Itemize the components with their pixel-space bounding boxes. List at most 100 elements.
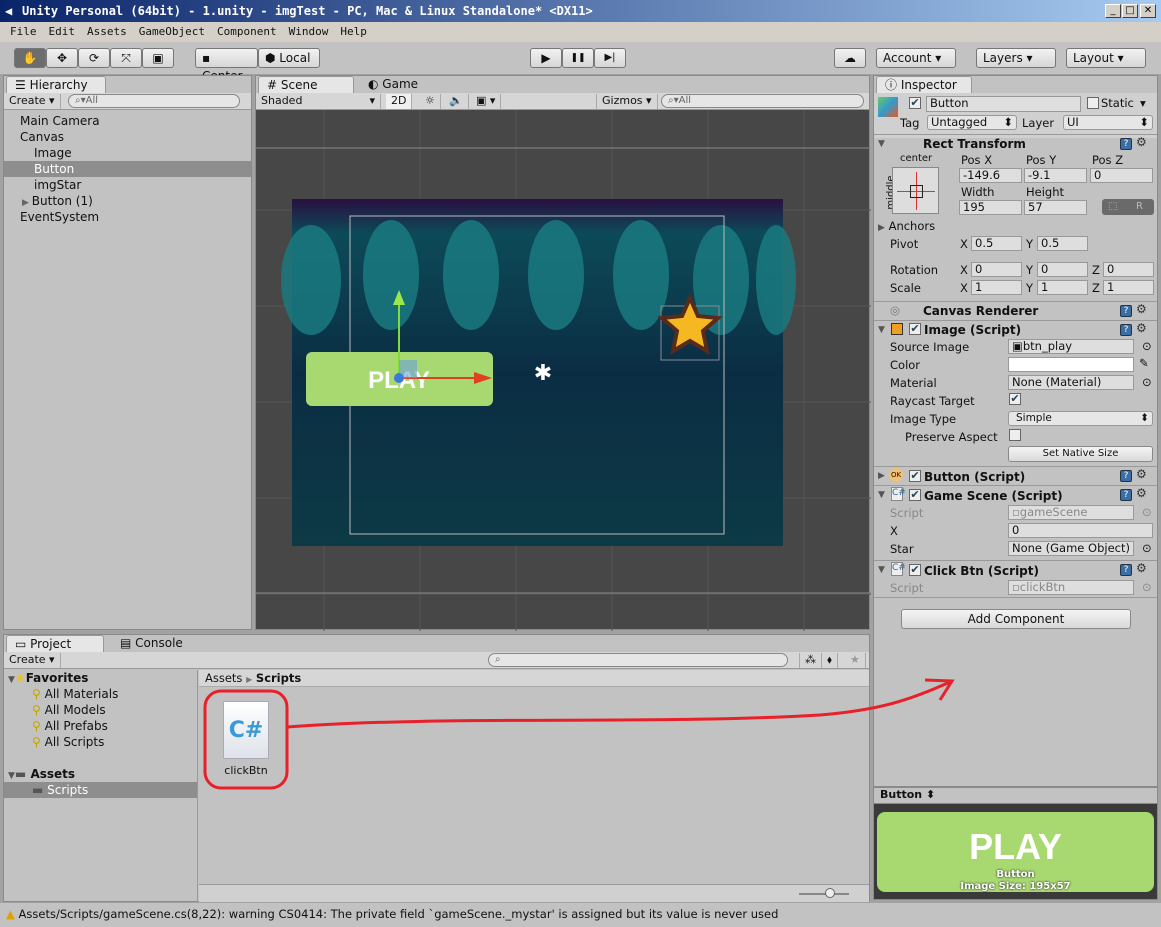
- pivot-center-button[interactable]: ▪ Center: [195, 48, 258, 83]
- maximize-button[interactable]: □: [1122, 4, 1138, 18]
- hierarchy-item-button[interactable]: Button: [4, 161, 251, 177]
- object-name-input[interactable]: Button: [926, 96, 1081, 112]
- preview-header[interactable]: Button ⬍: [874, 788, 1157, 804]
- raw-edit-button[interactable]: R: [1136, 199, 1143, 215]
- tree-favorites[interactable]: ▼★Favorites: [4, 670, 197, 686]
- help-icon[interactable]: ?: [1120, 489, 1132, 501]
- collapse-arrow-icon[interactable]: ▼: [878, 490, 885, 500]
- audio-icon[interactable]: 🔈: [444, 94, 469, 109]
- status-bar[interactable]: ▲ Assets/Scripts/gameScene.cs(8,22): war…: [0, 903, 1161, 927]
- hand-tool-icon[interactable]: ✋: [14, 48, 46, 68]
- menu-file[interactable]: File: [10, 22, 37, 42]
- 2d-toggle[interactable]: 2D: [386, 94, 413, 109]
- hierarchy-item-canvas[interactable]: Canvas: [4, 129, 251, 145]
- play-button[interactable]: ▶: [530, 48, 562, 68]
- add-component-button[interactable]: Add Component: [901, 609, 1131, 629]
- collapse-arrow-icon[interactable]: ▼: [878, 565, 885, 575]
- hierarchy-create-dropdown[interactable]: Create ▾: [4, 94, 61, 109]
- expand-arrow-icon[interactable]: ▶: [878, 471, 885, 481]
- scale-y-field[interactable]: 1: [1037, 280, 1088, 295]
- rotation-z-field[interactable]: 0: [1103, 262, 1154, 277]
- source-image-field[interactable]: ▣btn_play: [1008, 339, 1134, 354]
- eyedropper-icon[interactable]: ✎: [1139, 356, 1149, 370]
- slider-handle[interactable]: [825, 888, 835, 898]
- image-type-dropdown[interactable]: Simple ⬍: [1008, 411, 1153, 426]
- hierarchy-item-button-1[interactable]: ▶ Button (1): [4, 193, 251, 209]
- gear-icon[interactable]: ⚙: [1136, 467, 1147, 481]
- blueprint-icon[interactable]: ⬚: [1102, 201, 1117, 212]
- scale-z-field[interactable]: 1: [1103, 280, 1154, 295]
- rotate-tool-icon[interactable]: ⟳: [78, 48, 110, 68]
- pause-button[interactable]: ❚❚: [562, 48, 594, 68]
- pivot-y-field[interactable]: 0.5: [1037, 236, 1088, 251]
- scale-tool-icon[interactable]: ⤧: [110, 48, 142, 68]
- menu-assets[interactable]: Assets: [87, 22, 127, 42]
- static-checkbox[interactable]: [1087, 97, 1099, 109]
- project-create-dropdown[interactable]: Create ▾: [4, 653, 61, 668]
- gear-icon[interactable]: ⚙: [1136, 486, 1147, 500]
- file-label[interactable]: clickBtn: [214, 764, 278, 777]
- tab-hierarchy[interactable]: ☰ Hierarchy: [6, 76, 106, 94]
- menu-gameobject[interactable]: GameObject: [139, 22, 205, 42]
- hierarchy-search-input[interactable]: ⌕▾All: [68, 94, 240, 108]
- pos-z-field[interactable]: 0: [1090, 168, 1153, 183]
- icon-size-slider[interactable]: [799, 893, 849, 895]
- anchor-presets-button[interactable]: [892, 167, 939, 214]
- blueprint-raw-toggle[interactable]: ⬚ R: [1102, 199, 1154, 215]
- tab-inspector[interactable]: ⓘ Inspector: [876, 76, 972, 94]
- collapse-arrow-icon[interactable]: ▼: [878, 139, 885, 149]
- hierarchy-item-imgstar[interactable]: imgStar: [4, 177, 251, 193]
- breadcrumb-assets[interactable]: Assets: [205, 671, 242, 685]
- step-button[interactable]: ▶|: [594, 48, 626, 68]
- close-button[interactable]: ✕: [1140, 4, 1156, 18]
- anchors-foldout[interactable]: ▶ Anchors: [878, 219, 935, 233]
- tab-project[interactable]: ▭ Project: [6, 635, 104, 653]
- button-enabled-checkbox[interactable]: ✔: [909, 470, 921, 482]
- layout-dropdown[interactable]: Layout ▾: [1066, 48, 1146, 68]
- collapse-arrow-icon[interactable]: ▼: [878, 325, 885, 335]
- gear-icon[interactable]: ⚙: [1136, 135, 1147, 149]
- object-picker-icon[interactable]: ⊙: [1142, 339, 1152, 353]
- width-field[interactable]: 195: [959, 200, 1022, 215]
- scale-x-field[interactable]: 1: [971, 280, 1022, 295]
- game-scene-enabled-checkbox[interactable]: ✔: [909, 489, 921, 501]
- rotation-y-field[interactable]: 0: [1037, 262, 1088, 277]
- static-dropdown-arrow-icon[interactable]: ▾: [1140, 96, 1146, 110]
- menu-window[interactable]: Window: [289, 22, 329, 42]
- help-icon[interactable]: ?: [1120, 470, 1132, 482]
- color-field[interactable]: [1008, 357, 1134, 372]
- scene-search-input[interactable]: ⌕▾All: [661, 94, 864, 108]
- height-field[interactable]: 57: [1024, 200, 1087, 215]
- project-search-input[interactable]: ⌕: [488, 653, 788, 667]
- help-icon[interactable]: ?: [1120, 305, 1132, 317]
- rotation-x-field[interactable]: 0: [971, 262, 1022, 277]
- layers-dropdown[interactable]: Layers ▾: [976, 48, 1056, 68]
- scene-view[interactable]: PLAY ✱: [256, 110, 871, 631]
- help-icon[interactable]: ?: [1120, 324, 1132, 336]
- gear-icon[interactable]: ⚙: [1136, 561, 1147, 575]
- menu-component[interactable]: Component: [217, 22, 277, 42]
- tree-all-models[interactable]: ⚲ All Models: [4, 702, 197, 718]
- tree-all-scripts[interactable]: ⚲ All Scripts: [4, 734, 197, 750]
- favorite-star-icon[interactable]: ★: [845, 653, 866, 668]
- cloud-icon[interactable]: ☁: [834, 48, 866, 68]
- star-field[interactable]: None (Game Object): [1008, 541, 1134, 556]
- layer-dropdown[interactable]: UI ⬍: [1063, 115, 1153, 130]
- image-enabled-checkbox[interactable]: ✔: [909, 323, 921, 335]
- hierarchy-item-eventsystem[interactable]: EventSystem: [4, 209, 251, 225]
- move-tool-icon[interactable]: ✥: [46, 48, 78, 68]
- tag-dropdown[interactable]: Untagged ⬍: [927, 115, 1017, 130]
- tree-all-prefabs[interactable]: ⚲ All Prefabs: [4, 718, 197, 734]
- click-btn-enabled-checkbox[interactable]: ✔: [909, 564, 921, 576]
- gear-icon[interactable]: ⚙: [1136, 302, 1147, 316]
- filter-label-icon[interactable]: ⬧: [822, 653, 838, 668]
- hierarchy-item-image[interactable]: Image: [4, 145, 251, 161]
- object-picker-icon[interactable]: ⊙: [1142, 375, 1152, 389]
- expand-arrow-icon[interactable]: ▶: [22, 198, 32, 208]
- breadcrumb-scripts[interactable]: Scripts: [256, 671, 301, 685]
- gizmos-dropdown[interactable]: Gizmos ▾: [596, 94, 658, 109]
- raycast-checkbox[interactable]: ✔: [1009, 393, 1021, 405]
- tree-scripts[interactable]: ▬ Scripts: [4, 782, 197, 798]
- filter-type-icon[interactable]: ⁂: [799, 653, 822, 668]
- minimize-button[interactable]: _: [1105, 4, 1121, 18]
